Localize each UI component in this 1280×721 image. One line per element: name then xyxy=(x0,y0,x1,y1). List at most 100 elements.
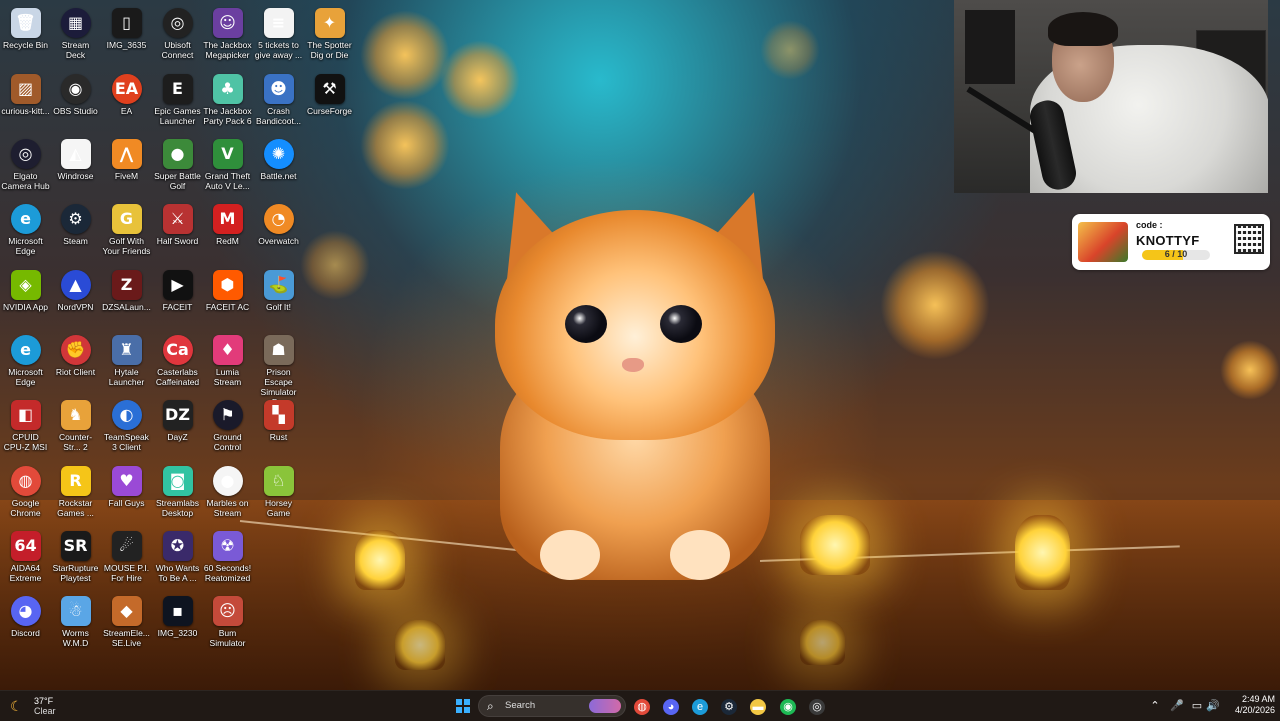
obs-taskbar-icon[interactable]: ◎ xyxy=(805,695,829,717)
desktop-icon[interactable]: ♘ Horsey Game xyxy=(253,462,304,524)
desktop-icon[interactable]: ● Marbles on Stream xyxy=(202,462,253,524)
desktop-icon-label: FACEIT AC xyxy=(205,302,250,312)
desktop-icon[interactable]: ♣ The Jackbox Party Pack 6 xyxy=(202,70,253,132)
app-icon: ◙ xyxy=(162,466,193,496)
desktop-icon[interactable]: ♦ Lumia Stream xyxy=(202,331,253,393)
app-icon: ☹ xyxy=(212,596,243,626)
desktop-icon[interactable]: ⛳ Golf It! xyxy=(253,266,304,328)
desktop-icon[interactable]: ☹ Bum Simulator xyxy=(202,592,253,654)
desktop-icon[interactable]: Ca Casterlabs Caffeinated xyxy=(152,331,203,393)
desktop-icon-label: Discord xyxy=(11,628,40,638)
desktop-icon[interactable]: ⚙ Steam xyxy=(50,200,101,262)
desktop-icon-label: FiveM xyxy=(114,171,139,181)
desktop-icon[interactable]: 🗑 Recycle Bin xyxy=(0,4,51,66)
clock-time: 2:49 AM xyxy=(1241,694,1275,704)
desktop-icon[interactable]: ⚒ CurseForge xyxy=(304,70,355,132)
steam-taskbar-icon[interactable]: ⚙ xyxy=(717,695,741,717)
desktop-icon[interactable]: ⚑ Ground Control xyxy=(202,396,253,458)
desktop-icon[interactable]: ✪ Who Wants To Be A ... xyxy=(152,527,203,589)
desktop-icon[interactable]: ✦ The Spotter Dig or Die xyxy=(304,4,355,66)
app-icon: Z xyxy=(111,270,142,300)
start-button[interactable] xyxy=(451,695,475,717)
fairy-light xyxy=(1015,515,1070,590)
desktop-icon-label: AIDA64 Extreme xyxy=(9,563,42,583)
weather-widget[interactable]: ☾ 37°F Clear xyxy=(10,695,70,717)
desktop-icon[interactable]: ♜ Hytale Launcher xyxy=(101,331,152,393)
desktop-icon[interactable]: ◙ Streamlabs Desktop xyxy=(152,462,203,524)
desktop-icon[interactable]: ◉ OBS Studio xyxy=(50,70,101,132)
desktop-icon[interactable]: E Epic Games Launcher xyxy=(152,70,203,132)
desktop-icon[interactable]: ◧ CPUID CPU-Z MSI xyxy=(0,396,51,458)
desktop-icon[interactable]: ☺ The Jackbox Megapicker xyxy=(202,4,253,66)
desktop-icon[interactable]: e Microsoft Edge xyxy=(0,200,51,262)
desktop-icon[interactable]: ⋀ FiveM xyxy=(101,135,152,197)
desktop-icon[interactable]: G Golf With Your Friends xyxy=(101,200,152,262)
desktop-icon[interactable]: ◭ Windrose xyxy=(50,135,101,197)
file-explorer-taskbar-icon[interactable]: ▬ xyxy=(746,695,770,717)
spotify-taskbar-icon[interactable]: ◉ xyxy=(776,695,800,717)
desktop-icon[interactable]: ▚ Rust xyxy=(253,396,304,458)
app-icon: ⚒ xyxy=(314,74,345,104)
desktop-icon[interactable]: V Grand Theft Auto V Le... xyxy=(202,135,253,197)
desktop-icon[interactable]: ♥ Fall Guys xyxy=(101,462,152,524)
taskbar-search-box[interactable]: ⌕ Search xyxy=(478,695,626,717)
desktop-icon[interactable]: ▪ IMG_3230 xyxy=(152,592,203,654)
desktop-icon[interactable]: ◈ NVIDIA App xyxy=(0,266,51,328)
desktop-icon[interactable]: ◎ Ubisoft Connect xyxy=(152,4,203,66)
desktop-icon[interactable]: ● Super Battle Golf xyxy=(152,135,203,197)
desktop-icon[interactable]: ▦ Stream Deck xyxy=(50,4,101,66)
search-placeholder: Search xyxy=(505,700,536,711)
weather-temperature: 37°F xyxy=(34,696,54,706)
desktop-icon[interactable]: ◕ Discord xyxy=(0,592,51,654)
app-icon: ☺ xyxy=(212,8,243,38)
desktop-icon[interactable]: 64 AIDA64 Extreme xyxy=(0,527,51,589)
desktop-icon[interactable]: R Rockstar Games ... xyxy=(50,462,101,524)
app-glyph: ⚙ xyxy=(721,699,737,715)
desktop-icon[interactable]: ◔ Overwatch xyxy=(253,200,304,262)
desktop-icon[interactable]: Z DZSALaun... xyxy=(101,266,152,328)
display-icon[interactable]: ▭ xyxy=(1190,695,1204,717)
desktop-icon[interactable]: EA EA xyxy=(101,70,152,132)
microphone-icon[interactable]: 🎤 xyxy=(1170,695,1184,717)
desktop-icon[interactable]: ◐ TeamSpeak 3 Client xyxy=(101,396,152,458)
desktop-icon[interactable]: ◆ StreamEle... SE.Live xyxy=(101,592,152,654)
desktop-icon[interactable]: ☃ Worms W.M.D xyxy=(50,592,101,654)
desktop-icon[interactable]: ▯ IMG_3635 xyxy=(101,4,152,66)
desktop-icon[interactable]: ⬢ FACEIT AC xyxy=(202,266,253,328)
desktop-icon[interactable]: ☄ MOUSE P.I. For Hire xyxy=(101,527,152,589)
promo-code-label: code : xyxy=(1136,220,1163,230)
desktop-icon[interactable]: ☻ Crash Bandicoot... xyxy=(253,70,304,132)
desktop-icon[interactable]: e Microsoft Edge xyxy=(0,331,51,393)
desktop-icon-label: 60 Seconds! Reatomized xyxy=(203,563,252,583)
desktop-icon[interactable]: ▨ curious-kitt... xyxy=(0,70,51,132)
desktop-icon-label: Marbles on Stream xyxy=(206,498,249,518)
app-icon: ⚑ xyxy=(212,400,243,430)
microsoft-edge-taskbar-icon[interactable]: e xyxy=(688,695,712,717)
volume-icon[interactable]: 🔊 xyxy=(1206,695,1220,717)
desktop-icon-label: Elgato Camera Hub xyxy=(1,171,50,191)
desktop-icon[interactable]: ♞ Counter-Str... 2 xyxy=(50,396,101,458)
desktop-icon[interactable]: SR StarRupture Playtest xyxy=(50,527,101,589)
desktop-icon[interactable]: M RedM xyxy=(202,200,253,262)
google-chrome-taskbar-icon[interactable]: ◍ xyxy=(630,695,654,717)
chevron-up-icon[interactable]: ⌃ xyxy=(1149,695,1161,717)
desktop-icon[interactable]: ▶ FACEIT xyxy=(152,266,203,328)
desktop-icon[interactable]: ≡ 5 tickets to give away ... xyxy=(253,4,304,66)
desktop-icon[interactable]: ☢ 60 Seconds! Reatomized xyxy=(202,527,253,589)
desktop-icon[interactable]: ✊ Riot Client xyxy=(50,331,101,393)
desktop-icon[interactable]: DZ DayZ xyxy=(152,396,203,458)
desktop-icon[interactable]: ✺ Battle.net xyxy=(253,135,304,197)
bokeh-light xyxy=(880,250,990,360)
desktop-icon-label: Riot Client xyxy=(55,367,96,377)
taskbar-clock[interactable]: 2:49 AM 4/20/2026 xyxy=(1225,694,1275,716)
desktop-icon-label: Epic Games Launcher xyxy=(154,106,201,126)
discord-taskbar-icon[interactable]: ◕ xyxy=(659,695,683,717)
desktop-icon[interactable]: ⚔ Half Sword xyxy=(152,200,203,262)
desktop-icon[interactable]: ◎ Elgato Camera Hub xyxy=(0,135,51,197)
desktop-icon-label: DZSALaun... xyxy=(102,302,151,312)
desktop-icon[interactable]: ▲ NordVPN xyxy=(50,266,101,328)
desktop-icon[interactable]: ☗Prison Escape Simulator D... xyxy=(253,331,304,407)
desktop-icon[interactable]: ◍ Google Chrome xyxy=(0,462,51,524)
wall-panel xyxy=(965,10,1015,84)
app-icon: ✦ xyxy=(314,8,345,38)
